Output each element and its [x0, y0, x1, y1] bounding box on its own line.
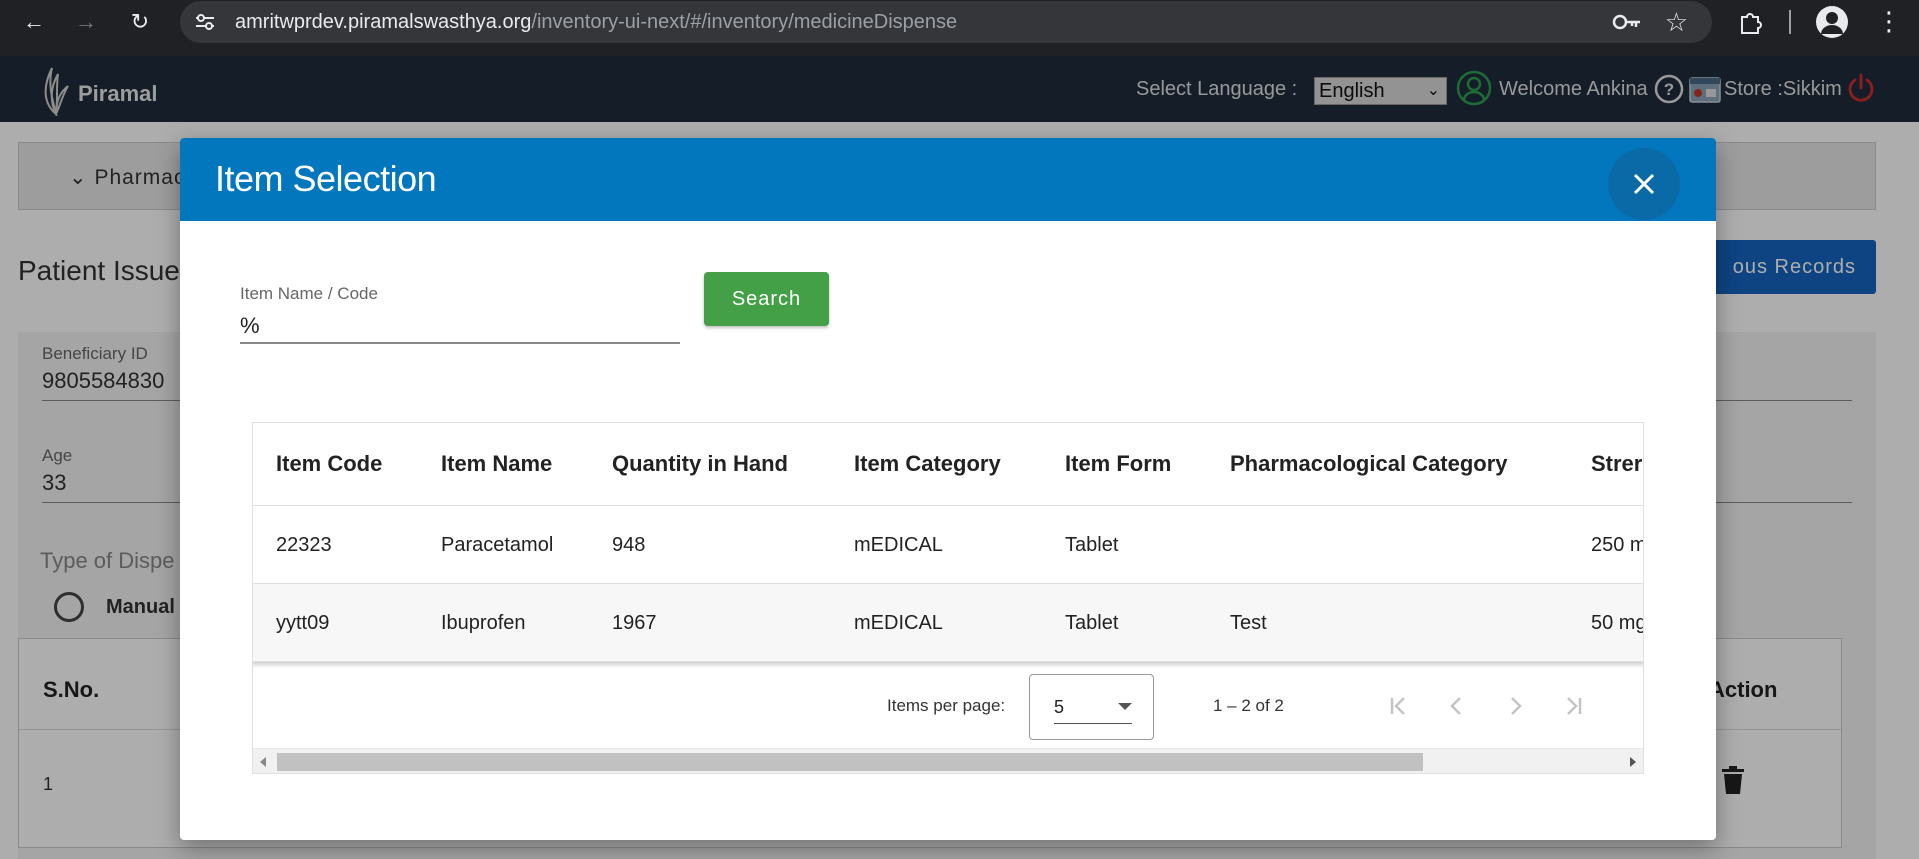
url-path: /inventory-ui-next/#/inventory/medicineD… — [531, 11, 958, 33]
forward-arrow-icon[interactable]: → — [72, 8, 100, 36]
first-page-button[interactable] — [1379, 686, 1419, 726]
address-bar[interactable]: amritwprdev.piramalswasthya.org/inventor… — [180, 1, 1712, 43]
col-pharmacological-category-header[interactable]: Pharmacological Category — [1230, 451, 1508, 477]
cell-item-category: mEDICAL — [854, 534, 943, 556]
horizontal-scrollbar[interactable] — [253, 748, 1643, 773]
previous-page-button[interactable] — [1437, 686, 1477, 726]
item-table: Item Code Item Name Quantity in Hand Ite… — [252, 422, 1644, 774]
col-strength-header[interactable]: Strer — [1591, 451, 1642, 477]
profile-avatar-icon[interactable] — [1816, 6, 1848, 38]
col-item-form-header[interactable]: Item Form — [1065, 451, 1171, 477]
cell-pharmacological-category: Test — [1230, 612, 1267, 634]
next-page-button[interactable] — [1495, 686, 1535, 726]
item-name-code-input[interactable] — [240, 310, 680, 344]
extensions-puzzle-icon[interactable] — [1738, 9, 1764, 35]
last-page-button[interactable] — [1553, 686, 1593, 726]
last-page-icon — [1567, 697, 1582, 715]
dialog-header: Item Selection — [180, 138, 1716, 221]
table-row[interactable]: yytt09 Ibuprofen 1967 mEDICAL Tablet Tes… — [253, 584, 1643, 662]
col-item-name-header[interactable]: Item Name — [441, 451, 552, 477]
item-name-code-label: Item Name / Code — [240, 284, 378, 303]
cell-strength: 250 m — [1591, 534, 1644, 556]
select-underline — [1054, 723, 1132, 724]
scrollbar-thumb[interactable] — [277, 753, 1423, 771]
cell-item-code: 22323 — [276, 534, 332, 556]
cell-item-name: Paracetamol — [441, 534, 554, 556]
close-button[interactable] — [1608, 148, 1680, 220]
chevron-right-icon — [1511, 697, 1522, 715]
table-header-row: Item Code Item Name Quantity in Hand Ite… — [253, 423, 1643, 506]
col-item-code-header[interactable]: Item Code — [276, 451, 382, 477]
cell-strength: 50 mg — [1591, 612, 1644, 634]
items-per-page-value: 5 — [1054, 697, 1065, 717]
items-per-page-label: Items per page: — [887, 696, 1006, 715]
key-icon[interactable] — [1612, 11, 1642, 33]
col-quantity-header[interactable]: Quantity in Hand — [612, 451, 788, 477]
page-range-label: 1 – 2 of 2 — [1213, 696, 1284, 715]
browser-toolbar: ← → ↻ amritwprdev.piramalswasthya.org/in… — [0, 0, 1919, 56]
search-button[interactable]: Search — [704, 272, 829, 326]
col-item-category-header[interactable]: Item Category — [854, 451, 1001, 477]
toolbar-divider — [1789, 10, 1791, 34]
reload-icon[interactable]: ↻ — [126, 8, 154, 36]
cell-item-code: yytt09 — [276, 612, 330, 634]
close-icon — [1633, 173, 1655, 195]
url-text: amritwprdev.piramalswasthya.org/inventor… — [235, 11, 957, 34]
browser-menu-icon[interactable]: ⋮ — [1876, 6, 1902, 36]
bookmark-star-icon[interactable]: ☆ — [1665, 7, 1688, 38]
site-settings-icon[interactable] — [194, 11, 216, 33]
cell-quantity: 948 — [612, 534, 646, 556]
cell-quantity: 1967 — [612, 612, 657, 634]
dialog-title: Item Selection — [215, 158, 437, 199]
dropdown-arrow-icon — [1118, 703, 1132, 710]
cell-item-name: Ibuprofen — [441, 612, 526, 634]
cell-item-form: Tablet — [1065, 534, 1119, 556]
items-per-page-select[interactable]: 5 — [1029, 674, 1154, 740]
first-page-icon — [1390, 697, 1405, 715]
chevron-left-icon — [1450, 697, 1461, 715]
scroll-left-arrow-icon[interactable] — [260, 757, 266, 767]
cell-item-category: mEDICAL — [854, 612, 943, 634]
table-row[interactable]: 22323 Paracetamol 948 mEDICAL Tablet 250… — [253, 506, 1643, 584]
scroll-right-arrow-icon[interactable] — [1630, 757, 1636, 767]
item-selection-dialog: Item Selection Item Name / Code Search I… — [180, 138, 1716, 840]
paginator: Items per page: 5 1 – 2 of 2 — [253, 668, 1643, 748]
cell-item-form: Tablet — [1065, 612, 1119, 634]
back-arrow-icon[interactable]: ← — [20, 8, 48, 36]
url-domain: amritwprdev.piramalswasthya.org — [235, 11, 532, 33]
